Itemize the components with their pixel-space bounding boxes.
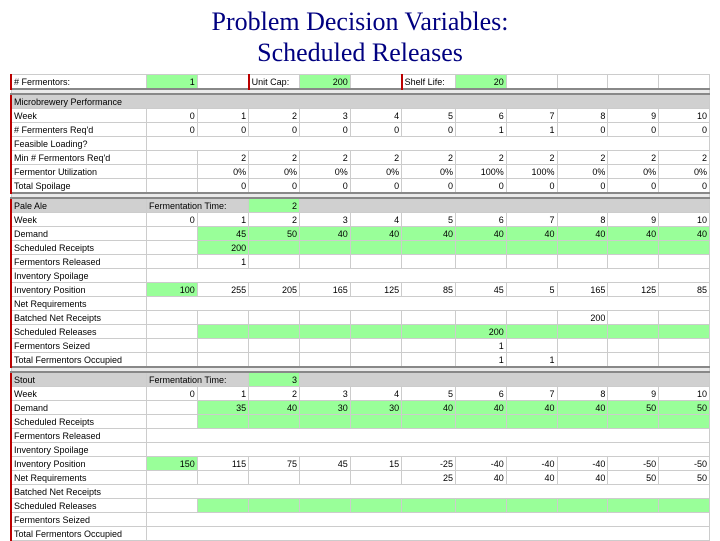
perf-minf-label: Min # Fermentors Req'd — [11, 151, 147, 165]
perf-minf-row: Min # Fermentors Req'd 2222222222 — [11, 151, 710, 165]
shelflife-value: 20 — [455, 75, 506, 90]
perf-feas-label: Feasible Loading? — [11, 137, 147, 151]
unitcap-label: Unit Cap: — [249, 75, 300, 90]
stout-week-row: Week 012345678910 — [11, 387, 710, 401]
stout-netreq-row: Net Requirements 254040405050 — [11, 471, 710, 485]
perf-spoil-label: Total Spoilage — [11, 179, 147, 194]
pale-header-row: Pale Ale Fermentation Time: 2 — [11, 198, 710, 213]
pale-batnet-row: Batched Net Receipts 200 — [11, 311, 710, 325]
params-row: # Fermentors: 1 Unit Cap: 200 Shelf Life… — [11, 75, 710, 90]
pale-tfocc-row: Total Fermentors Occupied 11 — [11, 353, 710, 368]
perf-week-row: Week 012345678910 — [11, 109, 710, 123]
stout-demand-row: Demand 35403030404040405050 — [11, 401, 710, 415]
pale-header: Pale Ale — [11, 198, 147, 213]
perf-fermreq-row: # Fermenters Req'd 00000011000 — [11, 123, 710, 137]
pale-ftime-label: Fermentation Time: — [147, 198, 249, 213]
perf-week-label: Week — [11, 109, 147, 123]
pale-week-row: Week 012345678910 — [11, 213, 710, 227]
stout-header-row: Stout Fermentation Time: 3 — [11, 372, 710, 387]
perf-spoil-row: Total Spoilage 0000000000 — [11, 179, 710, 194]
perf-fermreq-label: # Fermenters Req'd — [11, 123, 147, 137]
pale-schrec-row: Scheduled Receipts 200 — [11, 241, 710, 255]
pale-demand-row: Demand 45504040404040404040 — [11, 227, 710, 241]
stout-header: Stout — [11, 372, 147, 387]
title-line-1: Problem Decision Variables: — [211, 7, 508, 36]
stout-schrel-row: Scheduled Releases — [11, 499, 710, 513]
pale-fseiz-row: Fermentors Seized 1 — [11, 339, 710, 353]
pale-frel-row: Fermentors Released 1 — [11, 255, 710, 269]
spreadsheet: # Fermentors: 1 Unit Cap: 200 Shelf Life… — [0, 74, 720, 541]
pale-schrel-row: Scheduled Releases 200 — [11, 325, 710, 339]
shelflife-label: Shelf Life: — [402, 75, 456, 90]
fermentors-label: # Fermentors: — [11, 75, 147, 90]
perf-util-row: Fermentor Utilization 0%0%0%0%0%100%100%… — [11, 165, 710, 179]
title-line-2: Scheduled Releases — [257, 38, 463, 67]
stout-schrec-row: Scheduled Receipts — [11, 415, 710, 429]
unitcap-value: 200 — [300, 75, 351, 90]
perf-util-label: Fermentor Utilization — [11, 165, 147, 179]
pale-ftime-value: 2 — [249, 198, 300, 213]
stout-ftime-value: 3 — [249, 372, 300, 387]
pale-invpos-row: Inventory Position 100255205165125854551… — [11, 283, 710, 297]
fermentors-value: 1 — [147, 75, 198, 90]
page-title: Problem Decision Variables: Scheduled Re… — [0, 0, 720, 74]
stout-invpos-row: Inventory Position 150115754515-25-40-40… — [11, 457, 710, 471]
perf-header: Microbrewery Performance — [11, 94, 710, 109]
data-table: # Fermentors: 1 Unit Cap: 200 Shelf Life… — [10, 74, 710, 541]
stout-ftime-label: Fermentation Time: — [147, 372, 249, 387]
